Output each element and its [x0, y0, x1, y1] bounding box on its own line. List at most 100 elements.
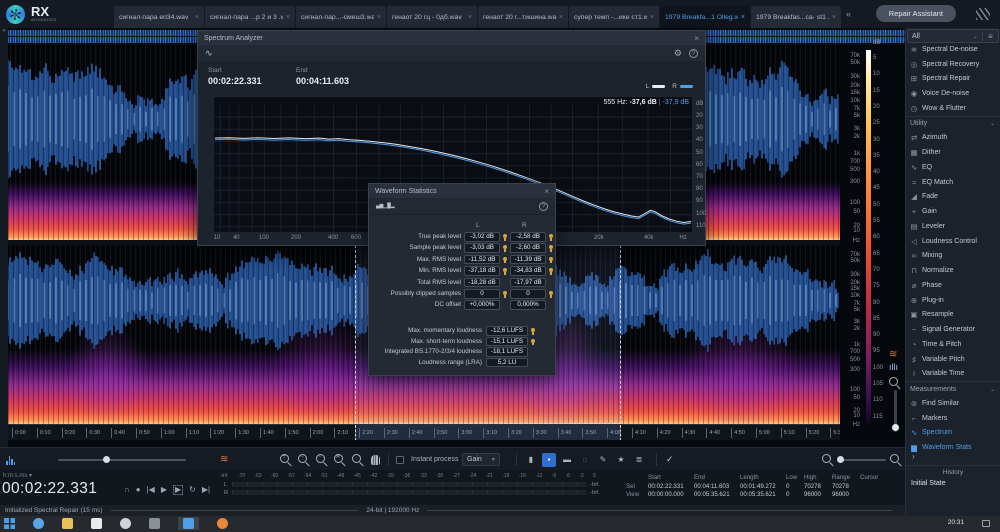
value-pin-icon[interactable] [549, 245, 553, 249]
sidebar-item-spectrum[interactable]: ∿Spectrum [906, 426, 1000, 441]
value-pin-icon[interactable] [549, 234, 553, 238]
hand-pan-icon[interactable] [371, 448, 380, 471]
timeline-ruler[interactable]: 0:000:100:200:300:400:501:001:101:201:30… [8, 424, 840, 440]
tab-close-icon[interactable]: × [195, 14, 199, 21]
spectrogram-settings-icon[interactable]: ≋ [220, 448, 228, 471]
folder-icon[interactable] [62, 518, 73, 529]
sidebar-item-find-similar[interactable]: ⊛Find Similar [906, 396, 1000, 411]
zoom-selection-icon[interactable]: ▫ [316, 454, 328, 466]
zoom-in-horizontal-icon[interactable] [890, 448, 902, 471]
playhead-time-display[interactable]: 00:02:22.331 [2, 480, 97, 498]
zoom-in-vertical-icon[interactable] [889, 377, 901, 389]
vertical-zoom-slider[interactable] [894, 390, 897, 432]
app-icon-white[interactable] [91, 518, 102, 529]
loop-icon[interactable]: ↻ [189, 485, 196, 495]
file-tab[interactable]: 1979 Breakfa...1 Olleg.wav× [660, 6, 750, 28]
brush-selection-tool[interactable]: ✎ [596, 453, 610, 467]
menu-hamburger-icon[interactable]: ≡ [982, 32, 998, 41]
browser-icon[interactable] [120, 518, 131, 529]
monitor-headphones-icon[interactable]: ∩ [124, 485, 130, 495]
value-pin-icon[interactable] [503, 234, 507, 238]
play-icon[interactable]: ▶ [161, 485, 167, 495]
left-collapse-icon[interactable]: » [2, 28, 5, 34]
waveform-view-icon[interactable]: ıllı [889, 363, 898, 372]
zoom-out-horizontal-icon[interactable] [822, 448, 834, 471]
frequency-scale-bottom[interactable]: 70k50k30k20k15k10k7k5k3k2k1k700500300100… [841, 245, 864, 424]
sidebar-item-eq-match[interactable]: ≈EQ Match [906, 175, 1000, 190]
start-menu-icon[interactable] [4, 518, 15, 529]
sidebar-item-resample[interactable]: ▣Resample [906, 308, 1000, 323]
sidebar-item-spectral-de-noise[interactable]: ≋Spectral De-noise [906, 42, 1000, 57]
vertical-zoom-knob[interactable] [892, 424, 899, 431]
file-tab[interactable]: сигнал-пар...-смеш3.wav× [296, 6, 386, 28]
sidebar-item-plug-in[interactable]: ⊕Plug-in [906, 293, 1000, 308]
sidebar-item-variable-pitch[interactable]: ♯Variable Pitch [906, 352, 1000, 367]
search-icon[interactable] [33, 518, 44, 529]
adjust-selection-tool[interactable]: ≣ [632, 453, 646, 467]
value-pin-icon[interactable] [549, 291, 553, 295]
tray-icon[interactable] [982, 520, 990, 527]
file-tab[interactable]: генаот 20 гц - 0дб.wav× [387, 6, 477, 28]
zoom-tool-icon[interactable] [352, 448, 364, 471]
value-pin-icon[interactable] [503, 245, 507, 249]
file-tab[interactable]: сигнал-пара ...р 2 и 3 .wav× [205, 6, 295, 28]
repair-assistant-button[interactable]: Repair Assistant [876, 5, 956, 22]
value-pin-icon[interactable] [503, 291, 507, 295]
spectrum-analyzer-titlebar[interactable]: Spectrum Analyzer × [198, 31, 705, 45]
gear-icon[interactable]: ⚙ [674, 48, 682, 59]
left-collapse-strip[interactable]: » [0, 28, 8, 447]
time-selection-tool[interactable]: ▮ [524, 453, 538, 467]
sidebar-item-time-pitch[interactable]: ◔Time & Pitch [906, 337, 1000, 352]
sidebar-item-azimuth[interactable]: ⇄Azimuth [906, 131, 1000, 146]
file-tab[interactable]: сигнал-пара еп34.wav× [114, 6, 204, 28]
lasso-selection-tool[interactable]: ◌ [578, 453, 592, 467]
sidebar-item-mixing[interactable]: ∞Mixing [906, 249, 1000, 264]
value-pin-icon[interactable] [549, 268, 553, 272]
time-frequency-selection-tool[interactable]: ▪ [542, 453, 556, 467]
play-special-icon[interactable]: ▶ [173, 485, 183, 495]
sidebar-item-phase[interactable]: ⌀Phase [906, 278, 1000, 293]
close-icon[interactable]: × [694, 34, 699, 43]
tab-close-icon[interactable]: × [468, 14, 472, 21]
go-to-start-icon[interactable]: |◀ [147, 485, 155, 495]
tab-close-icon[interactable]: × [377, 14, 381, 21]
tab-close-icon[interactable]: × [832, 14, 836, 21]
value-pin-icon[interactable] [531, 339, 535, 343]
file-tab[interactable]: 1979 Breakfas...ca- st1 .wav× [751, 6, 841, 28]
go-to-end-icon[interactable]: ▶| [202, 485, 210, 495]
sidebar-item-eq[interactable]: ∿EQ [906, 160, 1000, 175]
horizontal-zoom-slider[interactable] [838, 448, 886, 471]
sidebar-item-spectral-recovery[interactable]: ◎Spectral Recovery [906, 57, 1000, 72]
tab-overflow-icon[interactable]: « [846, 9, 851, 19]
sidebar-item-normalize[interactable]: ⊓Normalize [906, 263, 1000, 278]
finalize-selection-icon[interactable]: ✓ [666, 448, 674, 471]
tab-close-icon[interactable]: × [741, 14, 745, 21]
frequency-scale-top[interactable]: 70k50k30k20k15k10k7k5k3k2k1k700500300100… [841, 45, 864, 240]
sidebar-item-dither[interactable]: ▦Dither [906, 145, 1000, 160]
zoom-reset-icon[interactable]: ✕ [334, 454, 346, 466]
meters-panel-icon[interactable] [976, 8, 990, 20]
instant-process-checkbox[interactable] [396, 448, 404, 471]
time-format-selector[interactable]: h:m:s.ms ▾ [3, 472, 32, 479]
expand-panel-icon[interactable]: › [912, 452, 915, 461]
process-mode-dropdown[interactable]: Gain▾ [462, 448, 500, 471]
magic-wand-tool[interactable]: ★ [614, 453, 628, 467]
sidebar-item-signal-generator[interactable]: ~Signal Generator [906, 322, 1000, 337]
horizontal-zoom-knob[interactable] [837, 456, 844, 463]
value-pin-icon[interactable] [531, 328, 535, 332]
balance-slider-knob[interactable] [103, 456, 110, 463]
value-pin-icon[interactable] [549, 257, 553, 261]
sidebar-item-gain[interactable]: +Gain [906, 204, 1000, 219]
sidebar-item-loudness-control[interactable]: ◁Loudness Control [906, 234, 1000, 249]
module-filter-dropdown[interactable]: All ⌄ ≡ [907, 29, 999, 43]
zoom-out-time-icon[interactable]: − [298, 454, 310, 466]
app-icon-gray[interactable] [149, 518, 160, 529]
record-icon[interactable]: ● [136, 485, 141, 495]
tab-close-icon[interactable]: × [650, 14, 654, 21]
sidebar-item-waveform-stats[interactable]: ▆Waveform Stats [906, 440, 1000, 455]
sidebar-item-spectral-repair[interactable]: ⊞Spectral Repair [906, 72, 1000, 87]
zoom-in-time-icon[interactable]: + [280, 454, 292, 466]
sidebar-item-leveler[interactable]: ▤Leveler [906, 219, 1000, 234]
tab-close-icon[interactable]: × [286, 14, 290, 21]
sidebar-item-variable-time[interactable]: ≀Variable Time [906, 367, 1000, 382]
